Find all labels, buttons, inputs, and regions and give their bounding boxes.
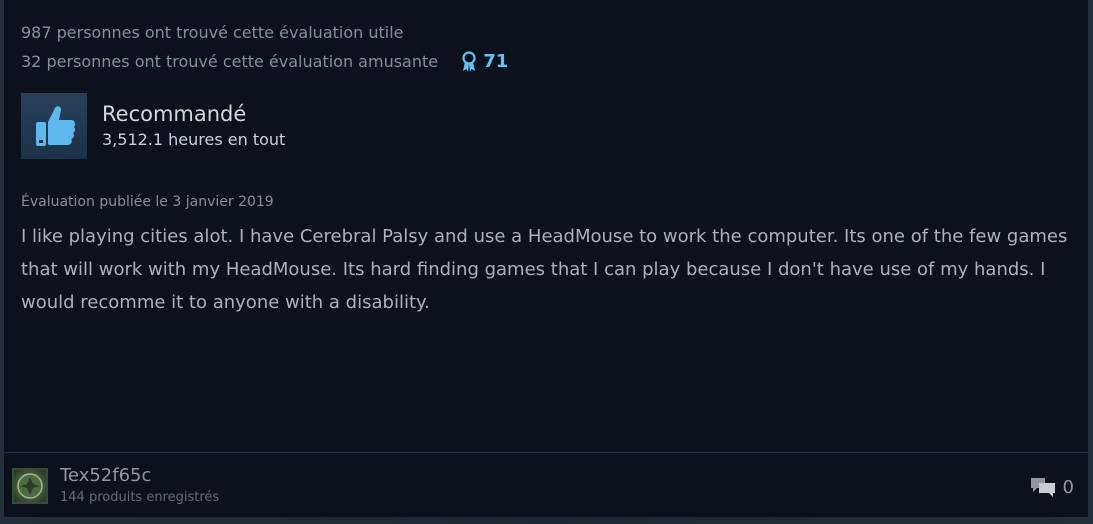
author-name[interactable]: Tex52f65c [60, 464, 219, 488]
author-block[interactable]: Tex52f65c 144 produits enregistrés [12, 464, 219, 508]
award-badge[interactable]: 71 [461, 47, 508, 76]
author-text: Tex52f65c 144 produits enregistrés [60, 464, 219, 508]
award-count: 71 [483, 51, 509, 72]
award-ribbon-icon [462, 50, 476, 72]
review-card: 987 personnes ont trouvé cette évaluatio… [4, 0, 1088, 517]
funny-count-text: 32 personnes ont trouvé cette évaluation… [21, 52, 439, 71]
vote-title[interactable]: Recommandé [102, 100, 285, 128]
divider [4, 452, 1088, 453]
author-products: 144 produits enregistrés [60, 490, 220, 505]
posted-date: Évaluation publiée le 3 janvier 2019 [21, 194, 274, 210]
review-content: I like playing cities alot. I have Cereb… [21, 226, 1068, 313]
funny-count-row: 32 personnes ont trouvé cette évaluation… [21, 47, 508, 76]
comments-button[interactable]: 0 [1029, 476, 1074, 498]
comment-count: 0 [1062, 476, 1074, 498]
comment-bubble-icon [1030, 478, 1055, 497]
thumbs-up-badge [21, 93, 87, 159]
helpful-count-text: 987 personnes ont trouvé cette évaluatio… [21, 23, 404, 42]
avatar[interactable] [12, 468, 48, 504]
playtime-hours: 3,512.1 heures en tout [102, 130, 286, 149]
page: 987 personnes ont trouvé cette évaluatio… [0, 0, 1093, 524]
avatar-emblem-icon [17, 473, 43, 499]
helpful-summary: 987 personnes ont trouvé cette évaluatio… [21, 18, 508, 76]
vote-text: Recommandé 3,512.1 heures en tout [102, 100, 285, 152]
vote-header[interactable]: Recommandé 3,512.1 heures en tout [21, 93, 285, 159]
thumbs-up-icon [36, 106, 76, 146]
